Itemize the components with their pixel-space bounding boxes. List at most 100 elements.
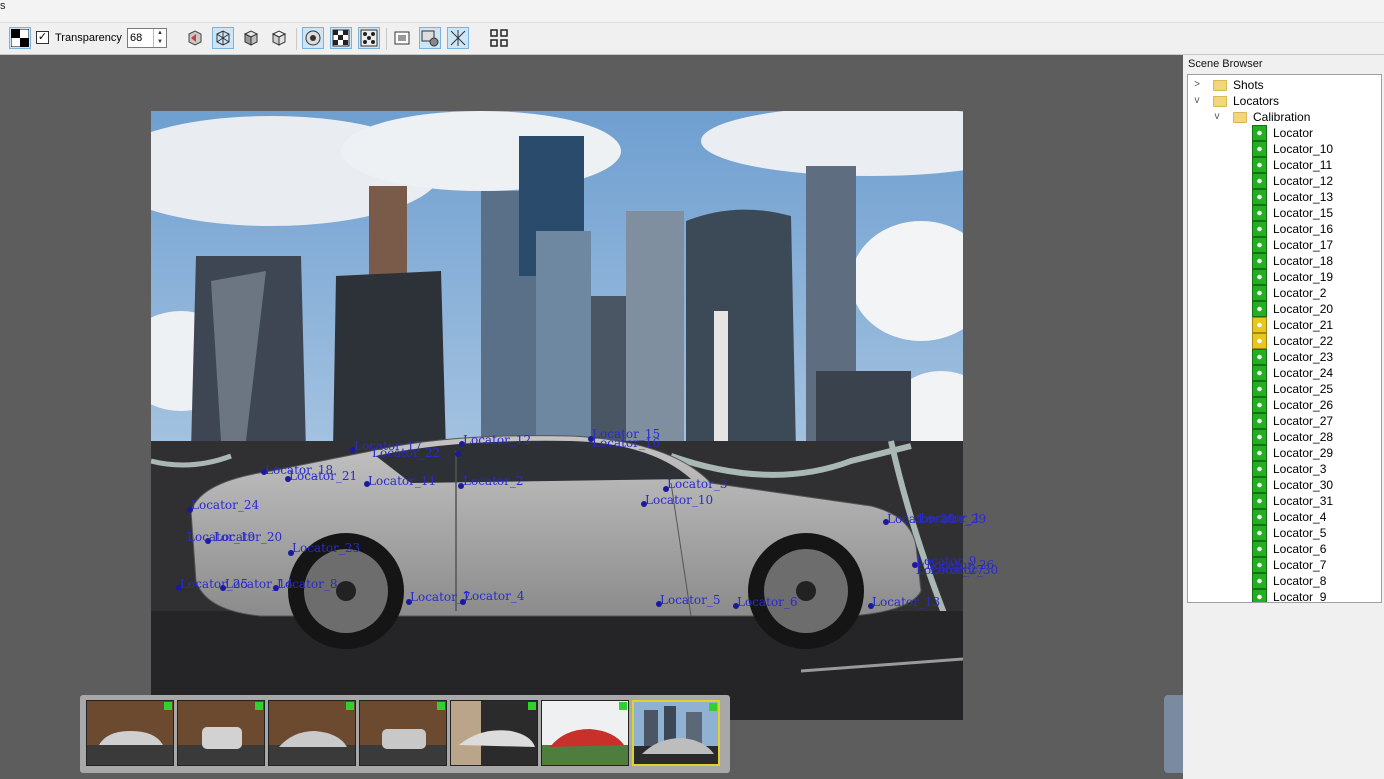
locator-marker[interactable] [455,451,461,457]
checker-toggle-button[interactable] [9,27,31,49]
tree-node-locator[interactable]: Locator_4 [1188,509,1378,525]
locator-label[interactable]: Locator_8 [277,577,338,591]
transparency-input[interactable] [130,31,154,45]
pattern-grid-button[interactable] [330,27,352,49]
chevron-down-icon[interactable]: v [1212,109,1222,125]
locator-selected-icon [1252,333,1267,349]
spin-down-icon[interactable]: ▼ [154,38,166,47]
spin-up-icon[interactable]: ▲ [154,29,166,38]
tree-node-locator[interactable]: Locator_30 [1188,477,1378,493]
tree-node-locator[interactable]: Locator [1188,125,1378,141]
eye-view-button[interactable] [302,27,324,49]
tree-node-locator[interactable]: Locator_20 [1188,301,1378,317]
tree-node-label: Locator_27 [1273,414,1334,428]
crosshair-icon [450,30,466,46]
title-strip: s [0,0,1384,23]
locator-grid-button[interactable] [358,27,380,49]
expand-handle[interactable] [1164,695,1183,773]
wireframe-cube-button[interactable] [212,27,234,49]
locator-label[interactable]: Locator_23 [292,541,360,555]
layout-grid-button[interactable] [488,27,510,49]
tree-node-locator[interactable]: Locator_7 [1188,557,1378,573]
measure-tool-button[interactable] [447,27,469,49]
camera-settings-button[interactable] [419,27,441,49]
solid-cube-button[interactable] [268,27,290,49]
tree-node-locator[interactable]: Locator_23 [1188,349,1378,365]
tree-node-locator[interactable]: Locator_6 [1188,541,1378,557]
locator-label[interactable]: Locator_12 [463,433,531,447]
tree-node-locator[interactable]: Locator_2 [1188,285,1378,301]
status-flag-icon [437,702,445,710]
tree-node-locator[interactable]: Locator_13 [1188,189,1378,205]
tree-node-locator[interactable]: Locator_16 [1188,221,1378,237]
tree-node-locator[interactable]: Locator_18 [1188,253,1378,269]
tree-node-label: Locator_21 [1273,318,1334,332]
camera-view-button[interactable] [391,27,413,49]
shot-thumbnail-active[interactable] [632,700,720,766]
locator-label[interactable]: Locator_1 [920,511,981,525]
locator-label[interactable]: Locator_6 [737,595,798,609]
locator-label[interactable]: Locator_10 [645,493,713,507]
tree-node-locator[interactable]: Locator_10 [1188,141,1378,157]
locator-label[interactable]: Locator_3 [667,477,728,491]
locator-label[interactable]: Locator_20 [214,530,282,544]
transparency-spinbox[interactable]: ▲ ▼ [127,28,167,48]
tree-node-locator[interactable]: Locator_31 [1188,493,1378,509]
tree-node-locator[interactable]: Locator_21 [1188,317,1378,333]
spin-arrows[interactable]: ▲ ▼ [153,29,166,47]
tree-node-label: Locator_22 [1273,334,1334,348]
tree-node-locator[interactable]: Locator_25 [1188,381,1378,397]
shot-thumbnail[interactable] [541,700,629,766]
tree-node-locator[interactable]: Locator_15 [1188,205,1378,221]
tree-node-shots[interactable]: > Shots [1188,77,1378,93]
tree-node-locator[interactable]: Locator_8 [1188,573,1378,589]
locator-icon [1252,397,1267,413]
locator-label[interactable]: Locator_13 [872,595,940,609]
tree-node-locator[interactable]: Locator_28 [1188,429,1378,445]
tree-node-locator[interactable]: Locator_12 [1188,173,1378,189]
locator-label[interactable]: Locator_16 [592,436,660,450]
shot-thumbnail[interactable] [359,700,447,766]
transparency-checkbox[interactable]: ✓ [36,31,49,44]
tree-node-locator[interactable]: Locator_5 [1188,525,1378,541]
locator-label[interactable]: Locator_4 [464,589,525,603]
tree-node-locator[interactable]: Locator_26 [1188,397,1378,413]
locator-label[interactable]: Locator_2 [463,474,524,488]
scene-tree[interactable]: > Shots v Locators v Calibration Locator… [1187,74,1382,603]
toolbar-separator [296,28,297,50]
locator-icon [1252,269,1267,285]
locator-icon [1252,557,1267,573]
tree-node-locator[interactable]: Locator_29 [1188,445,1378,461]
tree-node-locator[interactable]: Locator_19 [1188,269,1378,285]
shot-thumbnail[interactable] [177,700,265,766]
tree-node-locator[interactable]: Locator_9 [1188,589,1378,602]
tree-node-calibration[interactable]: v Calibration [1188,109,1378,125]
shaded-cube-icon [243,30,259,46]
shaded-cube-button[interactable] [240,27,262,49]
camera-viewport[interactable]: Locator_17 Locator_12 Locator_15 Locator… [0,55,1183,779]
locator-label[interactable]: Locator_11 [368,474,436,488]
locator-icon [1252,157,1267,173]
tree-node-locator[interactable]: Locator_17 [1188,237,1378,253]
camera-frame-icon [394,31,410,45]
shot-thumbnail[interactable] [268,700,356,766]
tree-node-locator[interactable]: Locator_27 [1188,413,1378,429]
tree-node-locators[interactable]: v Locators [1188,93,1378,109]
locator-label[interactable]: Locator_5 [660,593,721,607]
shot-thumbnail[interactable] [450,700,538,766]
locator-label[interactable]: Locator_30 [930,563,998,577]
shot-thumbnail[interactable] [86,700,174,766]
tree-node-label: Locator_13 [1273,190,1334,204]
tree-node-locator[interactable]: Locator_3 [1188,461,1378,477]
tree-node-locator[interactable]: Locator_24 [1188,365,1378,381]
tree-node-locator[interactable]: Locator_11 [1188,157,1378,173]
tree-node-label: Locator_11 [1273,158,1333,172]
tree-node-locator[interactable]: Locator_22 [1188,333,1378,349]
locator-label[interactable]: Locator_21 [289,469,357,483]
reset-view-button[interactable] [184,27,206,49]
locator-label[interactable]: Locator_24 [191,498,259,512]
tree-node-label: Locator_24 [1273,366,1334,380]
locator-label[interactable]: Locator_22 [372,446,440,460]
chevron-down-icon[interactable]: v [1192,93,1202,109]
chevron-right-icon[interactable]: > [1192,77,1202,93]
